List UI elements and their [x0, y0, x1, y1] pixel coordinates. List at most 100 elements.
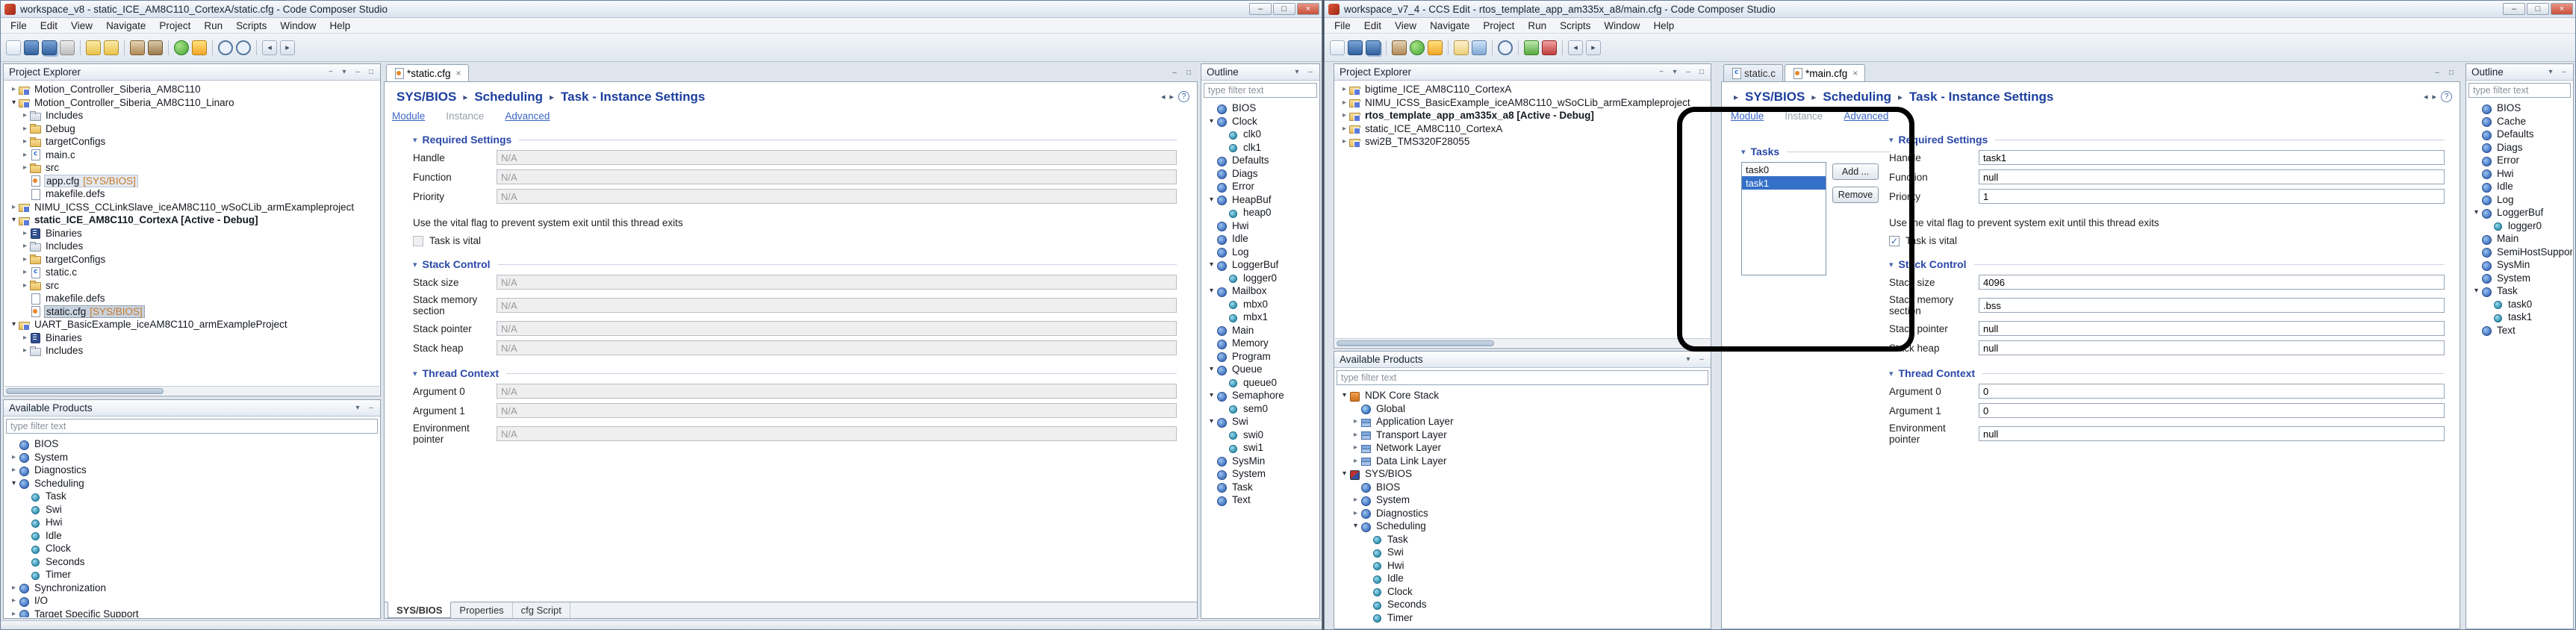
twisty-icon[interactable]: ▾ — [1207, 261, 1216, 269]
tree-item[interactable]: SysMin — [1202, 455, 1319, 468]
menu-item[interactable]: File — [1328, 20, 1357, 31]
tree-item[interactable]: Program — [1202, 350, 1319, 364]
debug-icon[interactable] — [174, 40, 189, 55]
twisty-icon[interactable]: ▸ — [20, 334, 30, 342]
filter-input[interactable] — [1204, 83, 1317, 98]
editor-tab[interactable]: *static.cfg × — [386, 64, 469, 81]
tree-item[interactable]: ▸ Application Layer — [1335, 415, 1710, 428]
tree-item[interactable]: ▾ Mailbox — [1202, 284, 1319, 298]
tree-item[interactable]: ▸ Binaries — [4, 227, 379, 240]
tree-item[interactable]: task0 — [2467, 298, 2572, 311]
collapse-all-icon[interactable]: − — [1655, 66, 1667, 78]
menu-item[interactable]: Run — [197, 20, 229, 31]
tree-item[interactable]: Task — [1335, 533, 1710, 546]
tree-item[interactable]: ▾ HeapBuf — [1202, 193, 1319, 207]
tree-item[interactable]: ▾ Scheduling — [1335, 520, 1710, 533]
tree-item[interactable]: static.cfg [SYS/BIOS] — [4, 305, 379, 319]
menu-item[interactable]: Navigate — [99, 20, 152, 31]
twisty-icon[interactable]: ▾ — [9, 99, 19, 107]
environment-pointer-input[interactable]: null — [1979, 426, 2445, 441]
tree-item[interactable]: Swi — [1335, 546, 1710, 559]
maximize-editor-icon[interactable]: □ — [1183, 67, 1195, 78]
build-icon[interactable] — [130, 40, 145, 55]
view-menu-icon[interactable]: ▾ — [338, 66, 350, 78]
view-menu-icon[interactable]: ▾ — [1291, 66, 1303, 78]
tree-item[interactable]: Memory — [1202, 337, 1319, 350]
new-icon[interactable] — [1330, 40, 1345, 55]
minimize-view-icon[interactable]: – — [2558, 66, 2570, 78]
menu-item[interactable]: Window — [273, 20, 323, 31]
tree-item[interactable]: sem0 — [1202, 402, 1319, 416]
twisty-icon[interactable]: ▸ — [9, 85, 19, 93]
twisty-icon[interactable]: ▸ — [1340, 99, 1349, 107]
scrollbar-thumb[interactable] — [1337, 340, 1494, 346]
back-icon[interactable]: ◂ — [2424, 92, 2428, 102]
editor-tab[interactable]: static.c — [1723, 64, 1784, 81]
twisty-icon[interactable]: ▸ — [1351, 457, 1360, 465]
flash-icon[interactable] — [1428, 40, 1443, 55]
tree-item[interactable]: ▸ Target Specific Support — [4, 608, 379, 617]
tree-item[interactable]: SysMin — [2467, 258, 2572, 272]
filter-input[interactable] — [1337, 370, 1708, 385]
minimize-editor-icon[interactable]: – — [1169, 67, 1180, 78]
maximize-view-icon[interactable]: □ — [1696, 66, 1708, 78]
tree-item[interactable]: ▾ static_ICE_AM8C110_CortexA [Active - De… — [4, 213, 379, 227]
remove-button[interactable]: Remove — [1832, 187, 1879, 203]
view-link[interactable]: Module — [392, 110, 425, 122]
forward-icon[interactable]: ▸ — [1169, 92, 1174, 102]
section-required-settings[interactable]: ▾ Required Settings — [413, 134, 1177, 146]
twisty-icon[interactable]: ▸ — [20, 137, 30, 146]
task-list[interactable]: task0 task1 — [1741, 162, 1826, 275]
tree-item[interactable]: ▸ static.c — [4, 266, 379, 279]
twisty-icon[interactable]: ▸ — [20, 268, 30, 276]
twisty-icon[interactable]: ▸ — [9, 610, 19, 617]
twisty-icon[interactable]: ▸ — [1340, 125, 1349, 133]
maximize-view-icon[interactable]: □ — [365, 66, 377, 78]
task-is-vital-checkbox[interactable] — [1889, 235, 1900, 246]
tree-item[interactable]: swi0 — [1202, 428, 1319, 442]
undo-icon[interactable] — [86, 40, 101, 55]
tree-item[interactable]: ▾ LoggerBuf — [2467, 206, 2572, 219]
build-icon[interactable] — [1392, 40, 1407, 55]
tree-item[interactable]: Global — [1335, 402, 1710, 416]
tree-item[interactable]: ▸ I/O — [4, 594, 379, 608]
forward-icon[interactable]: ▸ — [2432, 92, 2436, 102]
menu-item[interactable]: Project — [1476, 20, 1521, 31]
tree-item[interactable]: ▾ Scheduling — [4, 477, 379, 490]
tree-item[interactable]: clk1 — [1202, 141, 1319, 155]
tree-item[interactable]: ▸ Synchronization — [4, 581, 379, 595]
twisty-icon[interactable]: ▸ — [9, 453, 19, 461]
tree-item[interactable]: ▸ static_ICE_AM8C110_CortexA — [1335, 122, 1710, 136]
twisty-icon[interactable]: ▸ — [1351, 496, 1360, 504]
tree-item[interactable]: Timer — [1335, 611, 1710, 625]
menu-item[interactable]: File — [4, 20, 34, 31]
menu-item[interactable]: Help — [323, 20, 357, 31]
minimize-button[interactable]: – — [2503, 3, 2525, 15]
tree-item[interactable]: heap0 — [1202, 206, 1319, 219]
save-all-icon[interactable] — [42, 40, 57, 55]
tree-item[interactable]: logger0 — [2467, 219, 2572, 233]
minimize-view-icon[interactable]: – — [1304, 66, 1316, 78]
tree-item[interactable]: ▸ NIMU_ICSS_BasicExample_iceAM8C110_wSoCL… — [1335, 96, 1710, 110]
twisty-icon[interactable]: ▸ — [20, 111, 30, 119]
twisty-icon[interactable]: ▸ — [20, 151, 30, 159]
tree-item[interactable]: SemiHostSupport — [2467, 246, 2572, 259]
bottom-tab[interactable]: cfg Script — [513, 602, 570, 618]
minimize-view-icon[interactable]: – — [352, 66, 364, 78]
tree-item[interactable]: ▾ Task — [2467, 284, 2572, 298]
help-icon[interactable]: ? — [1178, 91, 1189, 102]
menu-item[interactable]: Edit — [34, 20, 64, 31]
twisty-icon[interactable]: ▸ — [20, 242, 30, 250]
minimize-view-icon[interactable]: – — [365, 402, 377, 414]
twisty-icon[interactable]: ▾ — [1207, 365, 1216, 373]
tree-item[interactable]: Idle — [2467, 180, 2572, 193]
tree-item[interactable]: makefile.defs — [4, 187, 379, 201]
minimize-view-icon[interactable]: – — [1682, 66, 1694, 78]
menu-item[interactable]: Run — [1521, 20, 1553, 31]
tree-item[interactable]: Hwi — [1335, 559, 1710, 573]
bottom-tab[interactable]: SYS/BIOS — [388, 602, 452, 618]
tree-item[interactable]: ▸ Debug — [4, 122, 379, 136]
stack-size-input[interactable]: 4096 — [1979, 275, 2445, 290]
tree-item[interactable]: ▾ Clock — [1202, 115, 1319, 128]
menu-item[interactable]: Window — [1597, 20, 1646, 31]
